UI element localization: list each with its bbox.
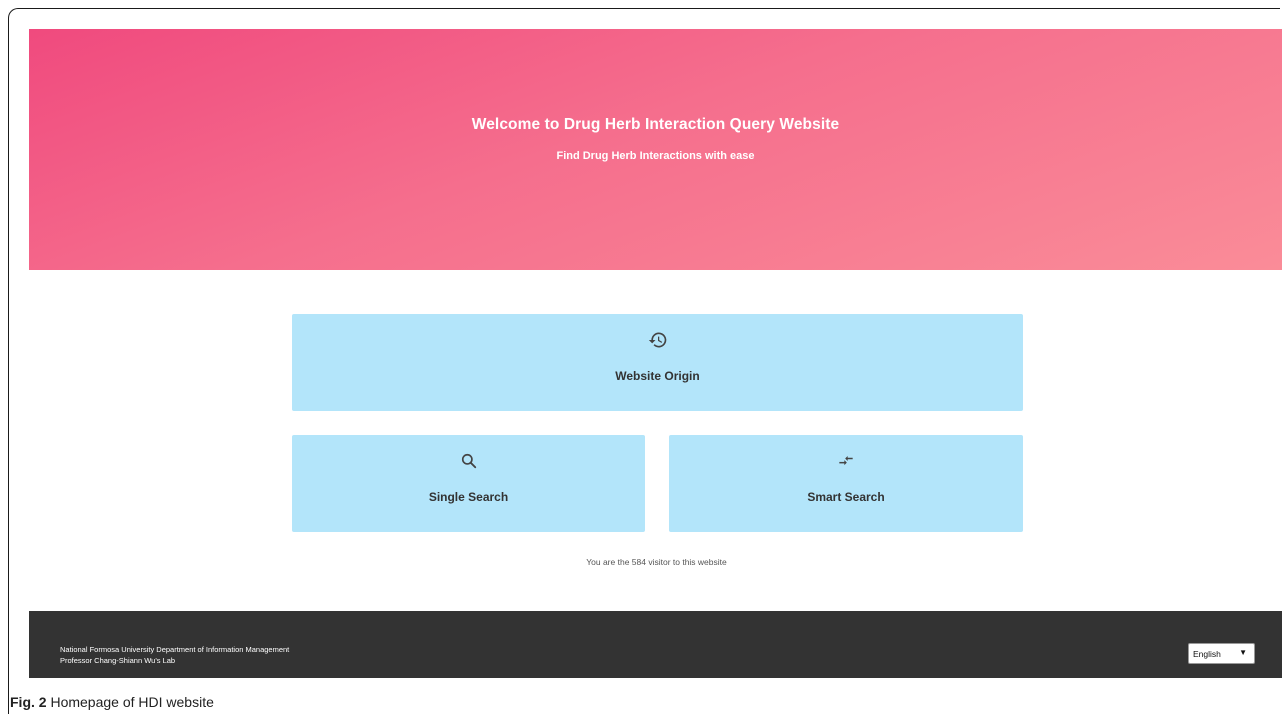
- footer-line-1: National Formosa University Department o…: [60, 645, 290, 654]
- smart-search-label: Smart Search: [807, 490, 885, 504]
- language-selected-value: English: [1193, 648, 1221, 659]
- single-search-label: Single Search: [428, 490, 509, 504]
- compare-arrows-icon: [835, 450, 857, 472]
- visitor-counter: You are the 584 visitor to this website: [586, 557, 727, 567]
- hero-title: Welcome to Drug Herb Interaction Query W…: [471, 115, 840, 133]
- footer-line-2: Professor Chang-Shiann Wu's Lab: [60, 655, 176, 665]
- figure-caption-text: Homepage of HDI website: [46, 694, 214, 710]
- language-select[interactable]: English ▼: [1188, 643, 1255, 664]
- smart-search-button[interactable]: Smart Search: [669, 435, 1023, 532]
- history-icon: [647, 329, 669, 351]
- chevron-down-icon: ▼: [1239, 648, 1247, 657]
- figure-caption: Fig. 2 Homepage of HDI website: [10, 694, 214, 710]
- website-origin-button[interactable]: Website Origin: [292, 314, 1023, 411]
- hero-banner: Welcome to Drug Herb Interaction Query W…: [29, 29, 1282, 270]
- figure-number: Fig. 2: [10, 694, 47, 710]
- single-search-button[interactable]: Single Search: [292, 435, 645, 532]
- footer-credits: National Formosa University Department o…: [60, 645, 289, 666]
- website-origin-label: Website Origin: [615, 369, 700, 383]
- search-icon: [458, 450, 480, 472]
- hero-subtitle: Find Drug Herb Interactions with ease: [556, 149, 755, 162]
- footer: National Formosa University Department o…: [29, 611, 1282, 678]
